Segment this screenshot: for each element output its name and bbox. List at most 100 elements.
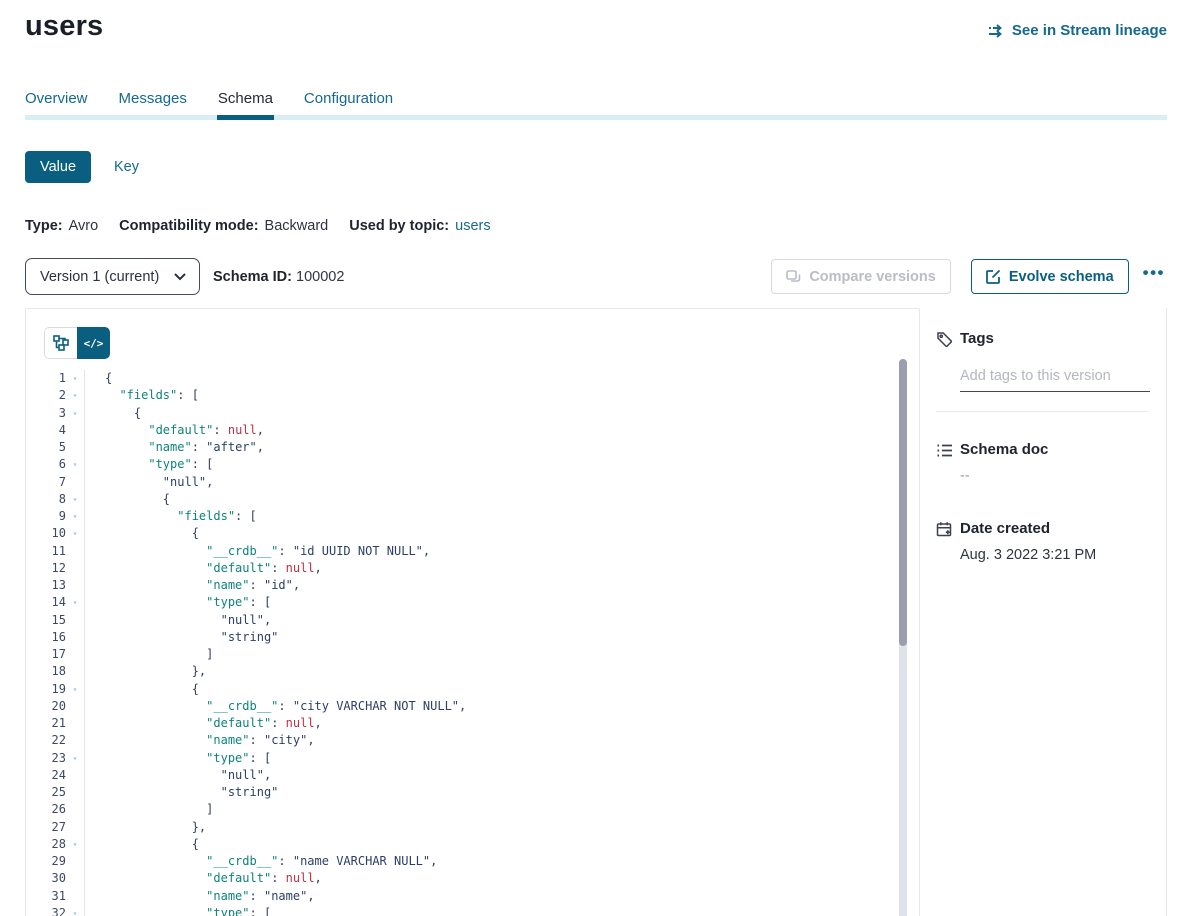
fold-arrow-icon[interactable]: ▾ xyxy=(66,370,85,387)
evolve-schema-button[interactable]: Evolve schema xyxy=(971,259,1129,294)
code-line: 10▾ { xyxy=(26,525,919,542)
line-number: 9 xyxy=(26,508,66,525)
topic-link[interactable]: users xyxy=(455,218,490,234)
line-number: 6 xyxy=(26,456,66,473)
tags-section: Tags xyxy=(920,330,1149,392)
fold-arrow-icon[interactable]: ▾ xyxy=(66,508,85,525)
fold-spacer xyxy=(66,439,85,456)
schema-page: users See in Stream lineage Overview Mes… xyxy=(0,0,1189,916)
fold-arrow-icon[interactable]: ▾ xyxy=(66,491,85,508)
code-line: 28▾ { xyxy=(26,836,919,853)
code-line: 21 "default": null, xyxy=(26,715,919,732)
line-number: 27 xyxy=(26,819,66,836)
code-line: 2▾ "fields": [ xyxy=(26,387,919,404)
add-tags-input[interactable] xyxy=(960,368,1150,392)
line-number: 13 xyxy=(26,577,66,594)
fold-spacer xyxy=(66,853,85,870)
tags-title: Tags xyxy=(960,330,1149,347)
code-line: 13 "name": "id", xyxy=(26,577,919,594)
code-text: "string" xyxy=(85,629,278,646)
line-number: 4 xyxy=(26,422,66,439)
compatibility-label: Compatibility mode: xyxy=(119,218,258,234)
line-number: 19 xyxy=(26,681,66,698)
fold-arrow-icon[interactable]: ▾ xyxy=(66,750,85,767)
code-line: 8▾ { xyxy=(26,491,919,508)
fold-arrow-icon[interactable]: ▾ xyxy=(66,905,85,916)
line-number: 17 xyxy=(26,646,66,663)
version-bar: Version 1 (current) Schema ID: 100002 Co… xyxy=(25,258,1167,295)
editor-scrollbar-track[interactable] xyxy=(899,359,907,916)
fold-arrow-icon[interactable]: ▾ xyxy=(66,594,85,611)
code-text: { xyxy=(85,405,141,422)
fold-arrow-icon[interactable]: ▾ xyxy=(66,387,85,404)
code-view-icon: </> xyxy=(84,337,104,350)
code-line: 27 }, xyxy=(26,819,919,836)
line-number: 31 xyxy=(26,888,66,905)
code-line: 5 "name": "after", xyxy=(26,439,919,456)
fold-arrow-icon[interactable]: ▾ xyxy=(66,456,85,473)
fold-spacer xyxy=(66,888,85,905)
code-text: "default": null, xyxy=(85,422,264,439)
fold-arrow-icon[interactable]: ▾ xyxy=(66,681,85,698)
code-text: { xyxy=(85,491,170,508)
tab-schema[interactable]: Schema xyxy=(218,90,273,107)
code-text: }, xyxy=(85,663,206,680)
editor-toolbar: </> xyxy=(26,309,919,359)
tree-view-button[interactable] xyxy=(44,327,77,359)
code-line: 6▾ "type": [ xyxy=(26,456,919,473)
code-text: "string" xyxy=(85,784,278,801)
code-line: 30 "default": null, xyxy=(26,870,919,887)
compare-versions-button[interactable]: Compare versions xyxy=(771,259,951,294)
line-number: 3 xyxy=(26,405,66,422)
type-value: Avro xyxy=(69,218,99,234)
type-label: Type: xyxy=(25,218,63,234)
more-options-button[interactable]: ••• xyxy=(1141,259,1167,295)
code-line: 17 ] xyxy=(26,646,919,663)
code-line: 15 "null", xyxy=(26,612,919,629)
fold-spacer xyxy=(66,560,85,577)
tab-underline-track xyxy=(25,115,1167,120)
stream-lineage-icon xyxy=(988,24,1005,38)
line-number: 28 xyxy=(26,836,66,853)
code-line: 16 "string" xyxy=(26,629,919,646)
code-line: 23▾ "type": [ xyxy=(26,750,919,767)
code-line: 24 "null", xyxy=(26,767,919,784)
line-number: 26 xyxy=(26,801,66,818)
code-text: "__crdb__": "id UUID NOT NULL", xyxy=(85,543,430,560)
date-created-value: Aug. 3 2022 3:21 PM xyxy=(960,547,1149,563)
chevron-down-icon xyxy=(174,273,186,281)
fold-arrow-icon[interactable]: ▾ xyxy=(66,405,85,422)
schema-meta: Type: Avro Compatibility mode: Backward … xyxy=(25,218,1167,234)
line-number: 12 xyxy=(26,560,66,577)
code-line: 7 "null", xyxy=(26,474,919,491)
code-line: 26 ] xyxy=(26,801,919,818)
edit-icon xyxy=(986,269,1001,284)
key-tab-button[interactable]: Key xyxy=(114,159,139,175)
tab-overview[interactable]: Overview xyxy=(25,90,88,107)
tab-messages[interactable]: Messages xyxy=(119,90,187,107)
code-text: "name": "name", xyxy=(85,888,315,905)
fold-arrow-icon[interactable]: ▾ xyxy=(66,525,85,542)
list-icon xyxy=(936,442,953,459)
version-select[interactable]: Version 1 (current) xyxy=(25,258,200,295)
line-number: 22 xyxy=(26,732,66,749)
code-lines: 1▾{2▾ "fields": [3▾ {4 "default": null,5… xyxy=(26,370,919,916)
tab-configuration[interactable]: Configuration xyxy=(304,90,393,107)
schema-doc-value: -- xyxy=(960,468,1149,484)
code-text: "default": null, xyxy=(85,870,322,887)
code-line: 29 "__crdb__": "name VARCHAR NULL", xyxy=(26,853,919,870)
tag-icon xyxy=(936,331,953,348)
editor-scrollbar-thumb[interactable] xyxy=(899,359,907,646)
fold-spacer xyxy=(66,715,85,732)
stream-lineage-link[interactable]: See in Stream lineage xyxy=(988,22,1167,39)
line-number: 11 xyxy=(26,543,66,560)
fold-arrow-icon[interactable]: ▾ xyxy=(66,836,85,853)
value-tab-button[interactable]: Value xyxy=(25,151,91,183)
schema-editor-panel: </> 1▾{2▾ "fields": [3▾ {4 "default": nu… xyxy=(25,308,920,916)
code-text: { xyxy=(85,836,199,853)
code-text: "fields": [ xyxy=(85,387,199,404)
code-text: "__crdb__": "name VARCHAR NULL", xyxy=(85,853,437,870)
line-number: 10 xyxy=(26,525,66,542)
code-line: 20 "__crdb__": "city VARCHAR NOT NULL", xyxy=(26,698,919,715)
code-view-button[interactable]: </> xyxy=(77,327,110,359)
